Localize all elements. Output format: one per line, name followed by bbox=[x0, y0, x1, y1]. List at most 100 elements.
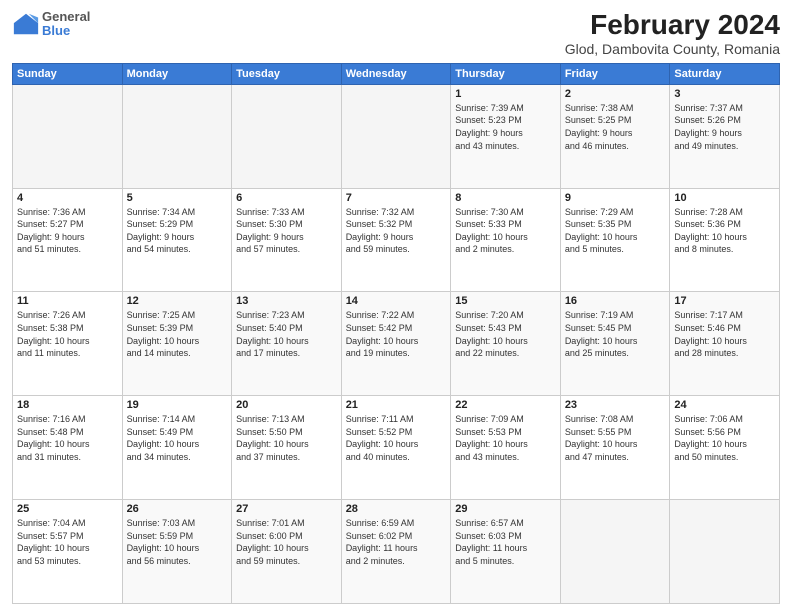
table-row: 23 Sunrise: 7:08 AM Sunset: 5:55 PM Dayli… bbox=[560, 396, 670, 500]
col-tuesday: Tuesday bbox=[232, 63, 342, 84]
day-number: 9 bbox=[565, 192, 666, 204]
col-thursday: Thursday bbox=[451, 63, 561, 84]
table-row: 13Sunrise: 7:23 AM Sunset: 5:40 PM Dayli… bbox=[232, 292, 342, 396]
logo-blue: Blue bbox=[42, 24, 90, 38]
calendar: Sunday Monday Tuesday Wednesday Thursday… bbox=[12, 63, 780, 604]
page: General Blue February 2024 Glod, Dambovi… bbox=[0, 0, 792, 612]
calendar-week-1: 1 Sunrise: 7:39 AM Sunset: 5:23 PM Daylig… bbox=[13, 84, 780, 188]
table-row: 19 Sunrise: 7:14 AM Sunset: 5:49 PM Dayli… bbox=[122, 396, 232, 500]
day-info: Sunrise: 7:16 AM Sunset: 5:48 PM Dayligh… bbox=[17, 413, 118, 463]
col-wednesday: Wednesday bbox=[341, 63, 451, 84]
day-number: 23 bbox=[565, 399, 666, 411]
table-row: 14 Sunrise: 7:22 AM Sunset: 5:42 PM Dayli… bbox=[341, 292, 451, 396]
logo-icon bbox=[12, 10, 40, 38]
day-number: 24 bbox=[674, 399, 775, 411]
day-number: 22 bbox=[455, 399, 556, 411]
day-info: Sunrise: 7:13 AM Sunset: 5:50 PM Dayligh… bbox=[236, 413, 337, 463]
day-number: 27 bbox=[236, 503, 337, 515]
table-row: 3Sunrise: 7:37 AM Sunset: 5:26 PM Daylig… bbox=[670, 84, 780, 188]
day-number: 7 bbox=[346, 192, 447, 204]
table-row: 24 Sunrise: 7:06 AM Sunset: 5:56 PM Dayli… bbox=[670, 396, 780, 500]
col-friday: Friday bbox=[560, 63, 670, 84]
table-row: 9 Sunrise: 7:29 AM Sunset: 5:35 PM Daylig… bbox=[560, 188, 670, 292]
table-row: 11 Sunrise: 7:26 AM Sunset: 5:38 PM Dayli… bbox=[13, 292, 123, 396]
table-row: 26Sunrise: 7:03 AM Sunset: 5:59 PM Dayli… bbox=[122, 500, 232, 604]
day-info: Sunrise: 7:08 AM Sunset: 5:55 PM Dayligh… bbox=[565, 413, 666, 463]
col-saturday: Saturday bbox=[670, 63, 780, 84]
table-row: 22Sunrise: 7:09 AM Sunset: 5:53 PM Dayli… bbox=[451, 396, 561, 500]
day-info: Sunrise: 7:37 AM Sunset: 5:26 PM Dayligh… bbox=[674, 102, 775, 152]
table-row: 15Sunrise: 7:20 AM Sunset: 5:43 PM Dayli… bbox=[451, 292, 561, 396]
table-row: 2Sunrise: 7:38 AM Sunset: 5:25 PM Daylig… bbox=[560, 84, 670, 188]
table-row: 16Sunrise: 7:19 AM Sunset: 5:45 PM Dayli… bbox=[560, 292, 670, 396]
day-number: 1 bbox=[455, 88, 556, 100]
day-info: Sunrise: 7:04 AM Sunset: 5:57 PM Dayligh… bbox=[17, 517, 118, 567]
day-info: Sunrise: 7:06 AM Sunset: 5:56 PM Dayligh… bbox=[674, 413, 775, 463]
logo: General Blue bbox=[12, 10, 90, 39]
day-info: Sunrise: 7:11 AM Sunset: 5:52 PM Dayligh… bbox=[346, 413, 447, 463]
day-info: Sunrise: 7:29 AM Sunset: 5:35 PM Dayligh… bbox=[565, 206, 666, 256]
day-number: 29 bbox=[455, 503, 556, 515]
table-row bbox=[13, 84, 123, 188]
day-info: Sunrise: 6:57 AM Sunset: 6:03 PM Dayligh… bbox=[455, 517, 556, 567]
table-row: 6 Sunrise: 7:33 AM Sunset: 5:30 PM Daylig… bbox=[232, 188, 342, 292]
table-row: 7 Sunrise: 7:32 AM Sunset: 5:32 PM Daylig… bbox=[341, 188, 451, 292]
day-info: Sunrise: 7:38 AM Sunset: 5:25 PM Dayligh… bbox=[565, 102, 666, 152]
day-info: Sunrise: 7:14 AM Sunset: 5:49 PM Dayligh… bbox=[127, 413, 228, 463]
day-number: 6 bbox=[236, 192, 337, 204]
header-row: Sunday Monday Tuesday Wednesday Thursday… bbox=[13, 63, 780, 84]
day-number: 28 bbox=[346, 503, 447, 515]
day-number: 25 bbox=[17, 503, 118, 515]
table-row: 8Sunrise: 7:30 AM Sunset: 5:33 PM Daylig… bbox=[451, 188, 561, 292]
table-row: 12 Sunrise: 7:25 AM Sunset: 5:39 PM Dayli… bbox=[122, 292, 232, 396]
table-row: 25 Sunrise: 7:04 AM Sunset: 5:57 PM Dayli… bbox=[13, 500, 123, 604]
logo-text: General Blue bbox=[42, 10, 90, 39]
title-block: February 2024 Glod, Dambovita County, Ro… bbox=[565, 10, 780, 57]
day-number: 12 bbox=[127, 295, 228, 307]
col-monday: Monday bbox=[122, 63, 232, 84]
day-info: Sunrise: 7:34 AM Sunset: 5:29 PM Dayligh… bbox=[127, 206, 228, 256]
calendar-week-2: 4Sunrise: 7:36 AM Sunset: 5:27 PM Daylig… bbox=[13, 188, 780, 292]
table-row: 18 Sunrise: 7:16 AM Sunset: 5:48 PM Dayli… bbox=[13, 396, 123, 500]
day-number: 17 bbox=[674, 295, 775, 307]
table-row bbox=[560, 500, 670, 604]
page-subtitle: Glod, Dambovita County, Romania bbox=[565, 41, 780, 57]
day-info: Sunrise: 7:22 AM Sunset: 5:42 PM Dayligh… bbox=[346, 309, 447, 359]
day-info: Sunrise: 7:25 AM Sunset: 5:39 PM Dayligh… bbox=[127, 309, 228, 359]
day-info: Sunrise: 7:36 AM Sunset: 5:27 PM Dayligh… bbox=[17, 206, 118, 256]
calendar-body: 1 Sunrise: 7:39 AM Sunset: 5:23 PM Daylig… bbox=[13, 84, 780, 603]
calendar-week-5: 25 Sunrise: 7:04 AM Sunset: 5:57 PM Dayli… bbox=[13, 500, 780, 604]
day-info: Sunrise: 7:23 AM Sunset: 5:40 PM Dayligh… bbox=[236, 309, 337, 359]
page-title: February 2024 bbox=[565, 10, 780, 41]
day-info: Sunrise: 6:59 AM Sunset: 6:02 PM Dayligh… bbox=[346, 517, 447, 567]
table-row: 1 Sunrise: 7:39 AM Sunset: 5:23 PM Daylig… bbox=[451, 84, 561, 188]
day-number: 21 bbox=[346, 399, 447, 411]
table-row: 10Sunrise: 7:28 AM Sunset: 5:36 PM Dayli… bbox=[670, 188, 780, 292]
col-sunday: Sunday bbox=[13, 63, 123, 84]
day-number: 20 bbox=[236, 399, 337, 411]
table-row bbox=[232, 84, 342, 188]
day-number: 5 bbox=[127, 192, 228, 204]
day-number: 14 bbox=[346, 295, 447, 307]
table-row: 21 Sunrise: 7:11 AM Sunset: 5:52 PM Dayli… bbox=[341, 396, 451, 500]
day-number: 18 bbox=[17, 399, 118, 411]
table-row bbox=[122, 84, 232, 188]
day-number: 11 bbox=[17, 295, 118, 307]
day-number: 8 bbox=[455, 192, 556, 204]
calendar-week-3: 11 Sunrise: 7:26 AM Sunset: 5:38 PM Dayli… bbox=[13, 292, 780, 396]
day-number: 19 bbox=[127, 399, 228, 411]
table-row: 17Sunrise: 7:17 AM Sunset: 5:46 PM Dayli… bbox=[670, 292, 780, 396]
day-number: 26 bbox=[127, 503, 228, 515]
calendar-header: Sunday Monday Tuesday Wednesday Thursday… bbox=[13, 63, 780, 84]
day-info: Sunrise: 7:39 AM Sunset: 5:23 PM Dayligh… bbox=[455, 102, 556, 152]
table-row bbox=[670, 500, 780, 604]
table-row: 4Sunrise: 7:36 AM Sunset: 5:27 PM Daylig… bbox=[13, 188, 123, 292]
day-info: Sunrise: 7:26 AM Sunset: 5:38 PM Dayligh… bbox=[17, 309, 118, 359]
table-row: 27Sunrise: 7:01 AM Sunset: 6:00 PM Dayli… bbox=[232, 500, 342, 604]
table-row: 5 Sunrise: 7:34 AM Sunset: 5:29 PM Daylig… bbox=[122, 188, 232, 292]
day-info: Sunrise: 7:33 AM Sunset: 5:30 PM Dayligh… bbox=[236, 206, 337, 256]
day-info: Sunrise: 7:20 AM Sunset: 5:43 PM Dayligh… bbox=[455, 309, 556, 359]
day-number: 16 bbox=[565, 295, 666, 307]
day-info: Sunrise: 7:28 AM Sunset: 5:36 PM Dayligh… bbox=[674, 206, 775, 256]
day-info: Sunrise: 7:32 AM Sunset: 5:32 PM Dayligh… bbox=[346, 206, 447, 256]
